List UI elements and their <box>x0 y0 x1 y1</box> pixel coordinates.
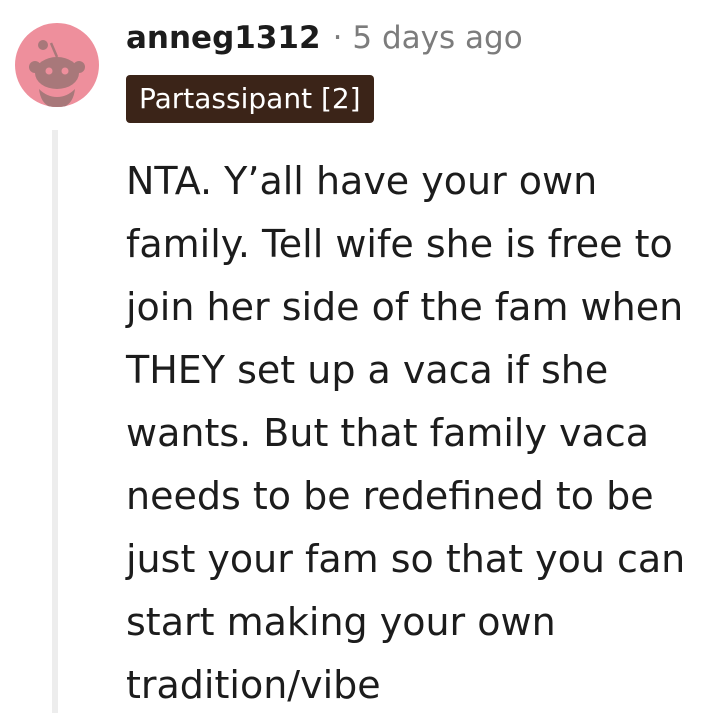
comment-text-line: join her side of the fam when <box>126 285 684 329</box>
comment-timestamp[interactable]: 5 days ago <box>352 20 522 56</box>
comment-text-line: NTA. Y’all have your own <box>126 159 598 203</box>
comment-text-line: THEY set up a vaca if she <box>126 348 609 392</box>
thread-collapse-line[interactable] <box>52 130 58 713</box>
comment-text-line: tradition/vibe <box>126 663 381 707</box>
user-avatar[interactable] <box>15 23 99 107</box>
comment-author[interactable]: anneg1312 <box>126 20 321 56</box>
comment-text-line: start making your own <box>126 600 556 644</box>
comment-text-line: wants. But that family vaca <box>126 411 650 455</box>
comment-text-line: needs to be redefined to be <box>126 474 654 518</box>
meta-separator: · <box>332 20 343 56</box>
user-flair-badge: Partassipant [2] <box>126 75 374 123</box>
comment-text-line: just your fam so that you can <box>126 537 686 581</box>
comment-body: NTA. Y’all have your own family. Tell wi… <box>126 150 720 717</box>
snoo-avatar-icon <box>29 40 85 107</box>
comment-text-line: family. Tell wife she is free to <box>126 222 673 266</box>
comment-header: anneg1312 · 5 days ago <box>126 18 523 58</box>
